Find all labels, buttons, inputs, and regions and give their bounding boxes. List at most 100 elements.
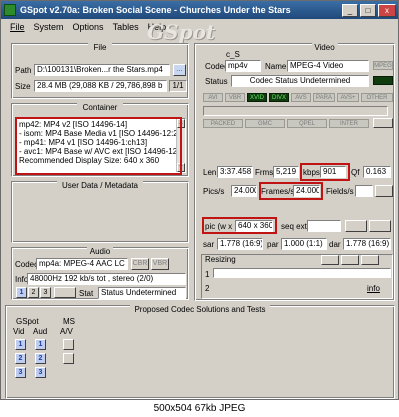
close-button[interactable]: x [378,3,396,17]
menu-file[interactable]: File [10,22,25,32]
vbr-button[interactable]: VBR [151,258,169,270]
audio-panel-title: Audio [87,247,113,256]
frames-label: Frames/s [261,187,295,196]
file-page-indicator: 1/1 [169,80,187,92]
image-caption: 500x504 67kb JPEG [0,400,399,417]
par-label: par [267,240,279,249]
video-name-field: MPEG-4 Video [287,60,369,72]
vid-solution-3[interactable]: 3 [15,367,26,378]
len-label: Len [203,168,217,177]
video-cs-label: c_S [226,50,240,59]
maximize-button[interactable]: □ [360,3,376,17]
container-line: Recommended Display Size: 640 x 360 [19,156,160,165]
size-field: 28.4 MB (29,088 KB / 29,786,898 b [34,80,167,92]
led-avs-plus: AVS+ [337,93,359,102]
info-link[interactable]: info [367,284,380,293]
led-xvid: XVID [247,93,267,102]
frms-field: 5,219 [273,166,299,178]
seq-ext-button-a[interactable] [345,220,367,232]
menu-system[interactable]: System [34,22,64,32]
audio-codec-field: mp4a: MPEG-4 AAC LC [36,258,128,270]
video-panel: Video c_S Codec mp4v Name MPEG-4 Video M… [194,43,395,301]
pics-field: 24.000 [231,185,257,197]
aud-solution-3[interactable]: 3 [35,367,46,378]
aud-solution-1[interactable]: 1 [35,339,46,350]
led-qpel: QPEL [287,119,327,128]
scroll-down-icon[interactable]: ▼ [177,163,185,172]
video-name-label: Name [265,62,287,71]
led-gmc: GMC [245,119,285,128]
userdata-panel: User Data / Metadata [11,181,189,243]
fields-label: Fields/s [326,187,354,196]
container-scrollbar[interactable]: ▲ ▼ [176,119,185,172]
minimize-button[interactable]: _ [342,3,358,17]
fields-field [355,185,373,197]
resize-button-1[interactable] [321,255,339,265]
av-test-1[interactable] [63,339,74,350]
gspot-logo: GSpot [147,20,216,44]
ms-column-label: MS [63,317,75,326]
cbr-button[interactable]: CBR [131,258,149,270]
container-line: - isom: MP4 Base Media v1 [ISO 14496-12:… [19,129,183,138]
container-panel: Container mp42: MP4 v2 [ISO 14496-14] - … [11,103,189,177]
audio-info-field: 48000Hz 192 kb/s tot , stereo (2/0) [27,273,186,285]
vid-solution-1[interactable]: 1 [15,339,26,350]
app-icon [4,4,16,16]
video-status-label: Status [205,77,228,86]
browse-button[interactable]: ... [173,64,186,76]
vid-solution-2[interactable]: 2 [15,353,26,364]
led-avi: AVI [203,93,223,102]
title-bar: GSpot v2.70a: Broken Social Scene - Chur… [1,1,398,19]
audio-codec-label: Codec [15,260,39,269]
resize-field-1 [213,268,391,278]
qf-field: 0.163 [363,166,391,178]
pic-size-label: pic (w x [205,222,233,231]
led-para: PARA [313,93,335,102]
seq-ext-label: seq ext [281,222,307,231]
kbps-field: 901 [320,166,346,178]
file-panel: File Path D:\100131\Broken...r the Stars… [11,43,189,99]
audio-small-button[interactable] [54,287,76,298]
av-column-label: A/V [60,327,73,336]
seq-ext-button-b[interactable] [369,220,391,232]
mpeg-indicator: MPEG [373,61,393,70]
dar-label: dar [329,240,341,249]
resize-row-2: 2 [205,284,210,293]
fields-button[interactable] [375,185,393,197]
led-other: OTHER [361,93,393,102]
menu-tables[interactable]: Tables [113,22,139,32]
audio-track-3[interactable]: 3 [40,287,51,298]
aud-solution-2[interactable]: 2 [35,353,46,364]
led-vbr: VBR [225,93,245,102]
video-more-button[interactable] [373,118,393,128]
container-listbox[interactable]: mp42: MP4 v2 [ISO 14496-14] - isom: MP4 … [16,118,186,173]
resizing-label: Resizing [205,255,236,264]
status-indicator [373,76,393,85]
userdata-panel-title: User Data / Metadata [57,181,143,190]
video-info-bar [203,106,388,116]
audio-track-1[interactable]: 1 [16,287,27,298]
audio-panel: Audio Codec mp4a: MPEG-4 AAC LC CBR VBR … [11,247,189,300]
window-title: GSpot v2.70a: Broken Social Scene - Chur… [20,5,291,15]
av-test-2[interactable] [63,353,74,364]
container-line: - mp41: MP4 v1 [ISO 14496-1:ch13] [19,138,148,147]
sar-field: 1.778 (16:9) [217,238,263,250]
led-divx: DIVX [269,93,289,102]
frms-label: Frms [255,168,274,177]
len-field: 3:37.458 [217,166,253,178]
resize-button-2[interactable] [341,255,359,265]
path-field[interactable]: D:\100131\Broken...r the Stars.mp4 [34,64,170,76]
audio-stat-field: Status Undetermined [98,287,186,299]
scroll-up-icon[interactable]: ▲ [177,119,185,128]
qf-label: Qf [351,168,360,177]
led-packed: PACKED [203,119,243,128]
video-codec-field: mp4v [225,60,261,72]
audio-track-2[interactable]: 2 [28,287,39,298]
size-label: Size [15,82,31,91]
frames-field: 24.000 [293,185,320,197]
led-avs: AVS [291,93,311,102]
resize-button-3[interactable] [361,255,379,265]
path-label: Path [15,66,32,75]
sar-label: sar [203,240,215,249]
menu-options[interactable]: Options [73,22,104,32]
